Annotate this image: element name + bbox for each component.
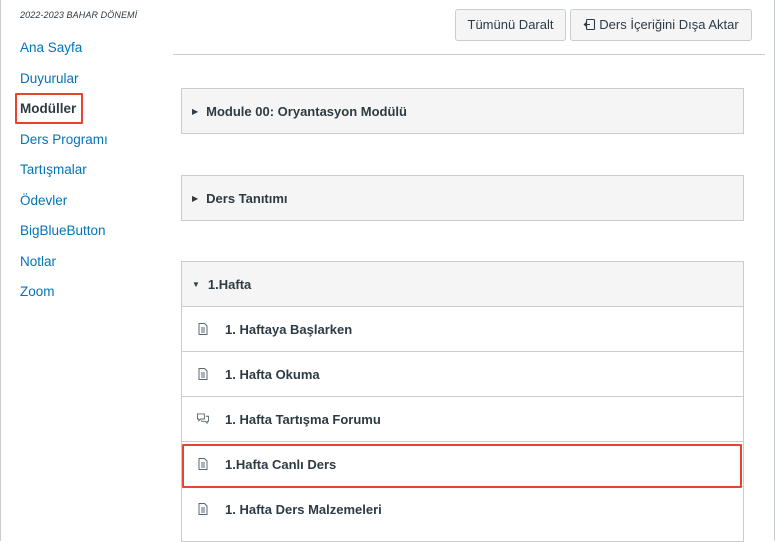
nav-item-bigbluebutton[interactable]: BigBlueButton <box>20 221 108 252</box>
toolbar-divider <box>173 54 765 55</box>
term-label: 2022-2023 BAHAR DÖNEMİ <box>20 10 138 20</box>
module-header[interactable]: ▶ Ders Tanıtımı <box>182 176 743 220</box>
module-item-title: 1. Haftaya Başlarken <box>225 321 353 337</box>
nav-item-ana-sayfa[interactable]: Ana Sayfa <box>20 38 108 69</box>
page-icon <box>197 503 209 515</box>
nav-item-odevler[interactable]: Ödevler <box>20 191 108 222</box>
course-navigation: 2022-2023 BAHAR DÖNEMİ Ana Sayfa Duyurul… <box>0 0 170 541</box>
collapse-all-label: Tümünü Daralt <box>467 17 554 32</box>
module-item-title: 1. Hafta Ders Malzemeleri <box>225 501 382 517</box>
nav-item-zoom[interactable]: Zoom <box>20 282 108 313</box>
nav-item-tartismalar[interactable]: Tartışmalar <box>20 160 108 191</box>
export-course-content-button[interactable]: Ders İçeriğini Dışa Aktar <box>570 9 752 41</box>
module-header[interactable]: ▶ Module 00: Oryantasyon Modülü <box>182 89 743 133</box>
page-icon <box>197 458 209 470</box>
caret-right-icon: ▶ <box>192 106 199 116</box>
module-1-hafta: ▼ 1.Hafta 1. Haftaya Başlarken 1. Hafta … <box>181 261 744 542</box>
caret-right-icon: ▶ <box>192 193 199 203</box>
nav-item-ders-programi[interactable]: Ders Programı <box>20 130 108 161</box>
caret-down-icon: ▼ <box>192 279 200 289</box>
module-item[interactable]: 1.Hafta Canlı Ders <box>182 441 743 486</box>
module-title: 1.Hafta <box>207 276 252 292</box>
module-item-title: 1.Hafta Canlı Ders <box>225 456 337 472</box>
module-ders-tanitimi: ▶ Ders Tanıtımı <box>181 175 744 221</box>
page-icon <box>197 368 209 380</box>
module-item-title: 1. Hafta Tartışma Forumu <box>225 411 381 427</box>
export-icon <box>583 10 596 40</box>
module-item[interactable]: 1. Hafta Okuma <box>182 351 743 396</box>
course-nav-list: Ana Sayfa Duyurular Modüller Ders Progra… <box>20 38 108 313</box>
page-icon <box>197 323 209 335</box>
discussion-icon <box>197 413 209 425</box>
nav-item-notlar[interactable]: Notlar <box>20 252 108 283</box>
module-item[interactable]: 1. Hafta Tartışma Forumu <box>182 396 743 441</box>
moduller-highlight-box <box>15 93 83 124</box>
module-oryantasyon: ▶ Module 00: Oryantasyon Modülü <box>181 88 744 134</box>
export-label: Ders İçeriğini Dışa Aktar <box>599 17 739 32</box>
collapse-all-button[interactable]: Tümünü Daralt <box>455 9 566 41</box>
module-item-title: 1. Hafta Okuma <box>225 366 320 382</box>
module-title: Module 00: Oryantasyon Modülü <box>206 103 407 119</box>
module-title: Ders Tanıtımı <box>206 190 288 206</box>
module-item[interactable]: 1. Hafta Ders Malzemeleri <box>182 486 743 531</box>
module-item[interactable]: 1. Haftaya Başlarken <box>182 306 743 351</box>
module-header[interactable]: ▼ 1.Hafta <box>182 262 743 306</box>
